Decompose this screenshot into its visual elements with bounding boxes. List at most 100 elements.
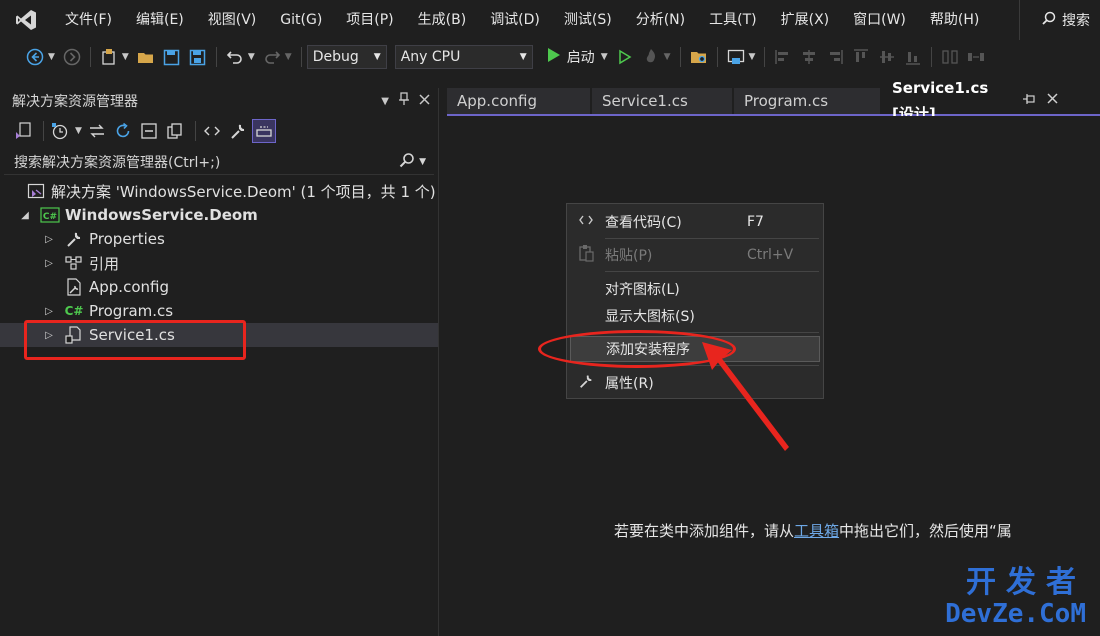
toolbar-separator bbox=[89, 47, 91, 67]
solution-configuration-select[interactable]: Debug ▼ bbox=[306, 45, 387, 69]
solution-explorer-title-bar: 解决方案资源管理器 ▼ bbox=[0, 88, 438, 114]
menu-tools[interactable]: 工具(T) bbox=[697, 0, 768, 40]
panel-options-dropdown-icon[interactable]: ▼ bbox=[381, 96, 389, 107]
undo-icon[interactable] bbox=[224, 46, 246, 68]
menu-bar: 文件(F) 编辑(E) 视图(V) Git(G) 项目(P) 生成(B) 调试(… bbox=[0, 0, 1100, 40]
menu-item-shortcut: Ctrl+V bbox=[747, 247, 794, 263]
menu-project[interactable]: 项目(P) bbox=[334, 0, 405, 40]
search-icon bbox=[399, 152, 415, 172]
pin-icon[interactable] bbox=[399, 92, 409, 110]
tree-item-solution[interactable]: 解决方案 'WindowsService.Deom' (1 个项目，共 1 个) bbox=[0, 179, 438, 203]
make-same-size-icon[interactable] bbox=[939, 46, 961, 68]
menu-item-label: 显示大图标(S) bbox=[605, 309, 695, 325]
toolbox-link[interactable]: 工具箱 bbox=[794, 522, 839, 540]
properties-wrench-icon[interactable] bbox=[227, 120, 249, 142]
tab-service1-cs-design[interactable]: Service1.cs [设计] bbox=[882, 79, 1068, 123]
new-project-dropdown-icon[interactable]: ▼ bbox=[122, 52, 129, 62]
pending-changes-filter-icon[interactable] bbox=[49, 120, 71, 142]
solution-platform-value: Any CPU bbox=[400, 49, 461, 65]
collapsed-triangle-icon[interactable]: ▷ bbox=[42, 258, 56, 269]
start-debugging-button[interactable]: 启动 ▼ bbox=[547, 47, 612, 67]
tab-service1-cs[interactable]: Service1.cs bbox=[592, 88, 732, 114]
tree-item-references[interactable]: ▷ 引用 bbox=[0, 251, 438, 275]
menu-debug[interactable]: 调试(D) bbox=[478, 0, 552, 40]
align-middles-icon[interactable] bbox=[876, 46, 898, 68]
refresh-icon[interactable] bbox=[112, 120, 134, 142]
align-bottoms-icon[interactable] bbox=[902, 46, 924, 68]
browse-folder-icon[interactable] bbox=[688, 46, 710, 68]
hint-text-before: 若要在类中添加组件，请从 bbox=[614, 522, 795, 540]
navigate-back-dropdown-icon[interactable]: ▼ bbox=[48, 52, 55, 62]
new-project-icon[interactable] bbox=[98, 46, 120, 68]
tree-item-app-config[interactable]: App.config bbox=[0, 275, 438, 299]
menu-item-show-large-icons[interactable]: 显示大图标(S) bbox=[567, 303, 823, 329]
collapse-all-icon[interactable] bbox=[138, 120, 160, 142]
horizontal-spacing-icon[interactable] bbox=[965, 46, 987, 68]
view-code-icon[interactable] bbox=[201, 120, 223, 142]
collapsed-triangle-icon[interactable]: ▷ bbox=[42, 234, 56, 245]
start-without-debugging-icon[interactable] bbox=[614, 46, 636, 68]
expanded-triangle-icon[interactable]: ◢ bbox=[18, 210, 32, 221]
menu-item-label: 粘贴(P) bbox=[605, 248, 653, 264]
search-input[interactable]: 搜索解决方案资源管理器(Ctrl+;) bbox=[14, 152, 220, 172]
window-layout-dropdown-icon[interactable]: ▼ bbox=[749, 52, 756, 62]
search-options-dropdown-icon[interactable]: ▼ bbox=[419, 157, 426, 167]
open-folder-icon[interactable] bbox=[135, 46, 157, 68]
menu-build[interactable]: 生成(B) bbox=[406, 0, 479, 40]
menu-item-view-code[interactable]: 查看代码(C) F7 bbox=[567, 209, 823, 235]
toolbar-separator bbox=[215, 47, 217, 67]
config-file-icon bbox=[64, 278, 84, 296]
align-centers-icon[interactable] bbox=[798, 46, 820, 68]
undo-dropdown-icon[interactable]: ▼ bbox=[248, 52, 255, 62]
save-icon[interactable] bbox=[161, 46, 183, 68]
toolbar-separator bbox=[679, 47, 681, 67]
menu-git[interactable]: Git(G) bbox=[268, 0, 334, 40]
menu-edit[interactable]: 编辑(E) bbox=[124, 0, 196, 40]
menu-item-paste[interactable]: 粘贴(P) Ctrl+V bbox=[567, 242, 823, 268]
menu-file[interactable]: 文件(F) bbox=[53, 0, 124, 40]
preview-selected-items-icon[interactable] bbox=[251, 119, 276, 143]
close-icon[interactable] bbox=[419, 93, 430, 109]
designer-hint-text: 若要在类中添加组件，请从工具箱中拖出它们，然后使用“属 bbox=[614, 520, 1012, 541]
save-all-icon[interactable] bbox=[187, 46, 209, 68]
solution-label: 解决方案 'WindowsService.Deom' (1 个项目，共 1 个) bbox=[51, 182, 436, 201]
show-all-files-icon[interactable] bbox=[164, 120, 186, 142]
menu-extensions[interactable]: 扩展(X) bbox=[769, 0, 842, 40]
menu-window[interactable]: 窗口(W) bbox=[841, 0, 918, 40]
hot-reload-icon[interactable] bbox=[640, 46, 662, 68]
solution-explorer-panel: 解决方案资源管理器 ▼ ▼ 搜索解决方案资源管理器(Ctrl+;) ▼ 解决方案… bbox=[0, 88, 439, 636]
solution-platform-select[interactable]: Any CPU ▼ bbox=[394, 45, 533, 69]
navigate-forward-icon[interactable] bbox=[61, 46, 83, 68]
menu-help[interactable]: 帮助(H) bbox=[918, 0, 991, 40]
collapsed-triangle-icon[interactable]: ▷ bbox=[42, 306, 56, 317]
tree-item-label: Program.cs bbox=[89, 302, 174, 320]
sync-with-active-document-icon[interactable] bbox=[86, 120, 108, 142]
solution-explorer-search[interactable]: 搜索解决方案资源管理器(Ctrl+;) ▼ bbox=[4, 150, 434, 175]
close-tab-icon[interactable] bbox=[1047, 88, 1058, 114]
menu-view[interactable]: 视图(V) bbox=[196, 0, 269, 40]
svg-text:C#: C# bbox=[43, 212, 57, 222]
tree-item-properties[interactable]: ▷ Properties bbox=[0, 227, 438, 251]
redo-icon[interactable] bbox=[261, 46, 283, 68]
menu-test[interactable]: 测试(S) bbox=[552, 0, 624, 40]
visual-studio-logo-icon[interactable] bbox=[13, 7, 39, 33]
menu-separator bbox=[605, 271, 819, 272]
align-tops-icon[interactable] bbox=[850, 46, 872, 68]
tree-item-label: Properties bbox=[89, 230, 165, 248]
align-lefts-icon[interactable] bbox=[772, 46, 794, 68]
align-rights-icon[interactable] bbox=[824, 46, 846, 68]
window-layout-icon[interactable] bbox=[725, 46, 747, 68]
pin-tab-icon[interactable] bbox=[1023, 88, 1035, 114]
pending-changes-dropdown-icon[interactable]: ▼ bbox=[75, 126, 82, 136]
tab-app-config[interactable]: App.config bbox=[447, 88, 590, 114]
tree-item-project[interactable]: ◢ C# WindowsService.Deom bbox=[0, 203, 438, 227]
menu-item-line-up-icons[interactable]: 对齐图标(L) bbox=[567, 276, 823, 302]
navigate-back-icon[interactable] bbox=[24, 46, 46, 68]
search-button[interactable]: 搜索 bbox=[1019, 0, 1100, 40]
redo-dropdown-icon[interactable]: ▼ bbox=[285, 52, 292, 62]
tab-program-cs[interactable]: Program.cs bbox=[734, 88, 880, 114]
switch-views-icon[interactable] bbox=[12, 120, 34, 142]
menu-analyze[interactable]: 分析(N) bbox=[624, 0, 697, 40]
start-dropdown-icon[interactable]: ▼ bbox=[601, 52, 608, 62]
hot-reload-dropdown-icon[interactable]: ▼ bbox=[664, 52, 671, 62]
